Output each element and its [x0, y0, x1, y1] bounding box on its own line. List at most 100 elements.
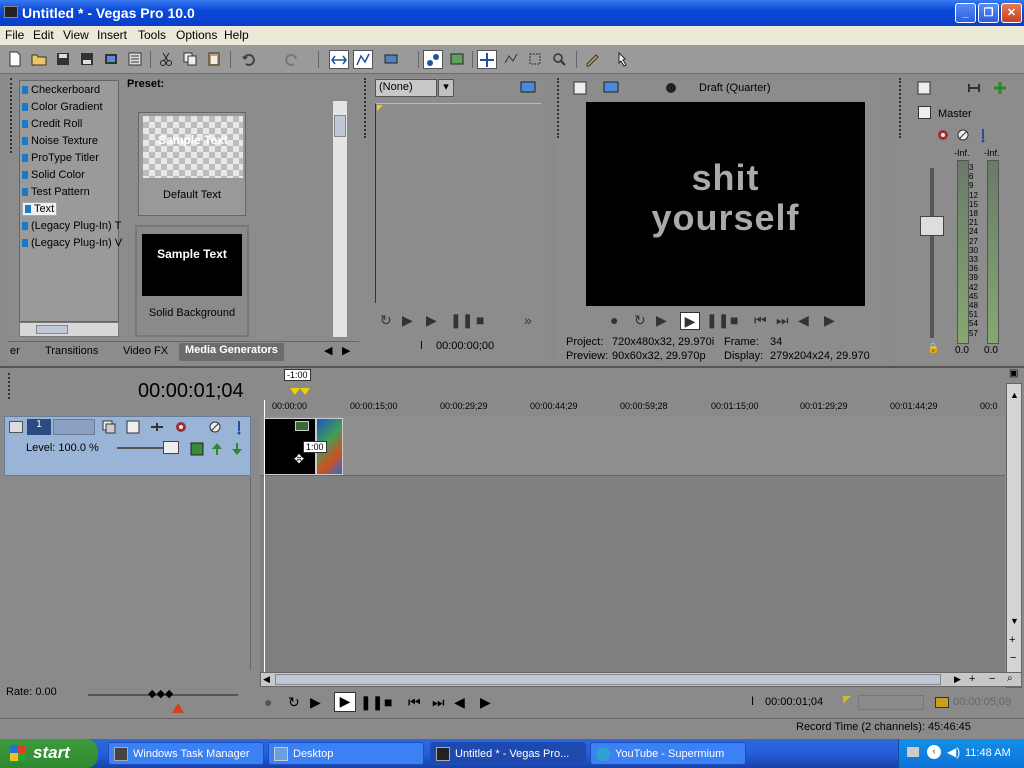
- menu-view[interactable]: View: [63, 28, 89, 42]
- parent-motion-icon[interactable]: [149, 419, 165, 435]
- tab-transitions[interactable]: Transitions: [45, 345, 98, 357]
- zoom-out-time-icon[interactable]: −: [989, 673, 995, 685]
- generator-item[interactable]: Checkerboard: [22, 84, 100, 96]
- selection-start-field[interactable]: [858, 695, 924, 710]
- save-as-icon[interactable]: [79, 51, 95, 67]
- stop-icon[interactable]: ■: [730, 312, 738, 328]
- stop-icon[interactable]: ■: [384, 694, 392, 710]
- minimize-button[interactable]: _: [955, 3, 976, 23]
- mute-icon[interactable]: [955, 127, 971, 143]
- downmix-icon[interactable]: [966, 80, 982, 96]
- loop-end-marker[interactable]: [300, 388, 310, 395]
- generator-list-scrollbar[interactable]: [19, 322, 119, 337]
- go-to-end-icon[interactable]: ⏭: [776, 312, 789, 329]
- tab-media-generators[interactable]: Media Generators: [179, 343, 284, 361]
- rate-slider[interactable]: ◆◆◆: [148, 687, 173, 700]
- scroll-left-icon[interactable]: ◀: [263, 674, 270, 685]
- pause-icon[interactable]: ❚❚: [450, 312, 473, 329]
- record-icon[interactable]: ●: [610, 312, 618, 328]
- whats-this-help-icon[interactable]: [616, 51, 632, 67]
- scroll-thumb[interactable]: [36, 325, 68, 334]
- panel-grip[interactable]: [557, 78, 560, 138]
- close-button[interactable]: ✕: [1001, 3, 1022, 23]
- redo-icon[interactable]: [284, 51, 300, 67]
- panel-grip[interactable]: [10, 78, 13, 153]
- video-track[interactable]: [260, 416, 1005, 476]
- record-icon[interactable]: ●: [264, 694, 272, 710]
- generator-item[interactable]: ProType Titler: [22, 152, 99, 164]
- chevron-right-icon[interactable]: ▶: [342, 344, 350, 357]
- preset-default-text[interactable]: Sample Text Default Text: [138, 112, 246, 216]
- timeline-vertical-scrollbar[interactable]: ▣ ▲ ▼ + −: [1006, 368, 1022, 688]
- more-icon[interactable]: »: [524, 312, 532, 328]
- track-list-menu-icon[interactable]: ▣: [1009, 368, 1018, 379]
- new-icon[interactable]: [7, 51, 23, 67]
- master-fx-icon[interactable]: [935, 127, 951, 143]
- volume-icon[interactable]: ◀): [947, 745, 960, 759]
- panel-grip[interactable]: [8, 373, 11, 399]
- go-to-start-icon[interactable]: ⏮: [754, 312, 767, 329]
- task-windows-task-manager[interactable]: Windows Task Manager: [108, 742, 264, 765]
- generator-item[interactable]: Solid Color: [22, 169, 85, 181]
- chevron-left-icon[interactable]: ◀: [324, 344, 332, 357]
- generator-item-selected[interactable]: Text: [22, 202, 58, 216]
- clock[interactable]: 11:48 AM: [965, 747, 1011, 759]
- scroll-thumb[interactable]: [275, 674, 941, 685]
- generator-item[interactable]: (Legacy Plug-In) V: [22, 237, 122, 249]
- maximize-button[interactable]: ❐: [978, 3, 999, 23]
- next-frame-icon[interactable]: ▶: [480, 694, 491, 711]
- selection-length-field[interactable]: 00:00:05;09: [953, 696, 1011, 708]
- edit-details-icon[interactable]: [584, 51, 600, 67]
- preview-quality-select[interactable]: Draft (Quarter): [699, 82, 771, 94]
- loop-start-marker[interactable]: [290, 388, 300, 395]
- generator-item[interactable]: (Legacy Plug-In) T: [22, 220, 121, 232]
- monitor-icon[interactable]: [520, 80, 536, 96]
- scroll-thumb[interactable]: [334, 115, 346, 137]
- preset-solid-background[interactable]: Sample Text Solid Background: [135, 225, 249, 337]
- generator-item[interactable]: Credit Roll: [22, 118, 82, 130]
- generator-item[interactable]: Noise Texture: [22, 135, 98, 147]
- zoom-tool-icon[interactable]: [551, 51, 567, 67]
- split-screen-icon[interactable]: [663, 80, 679, 96]
- open-icon[interactable]: [31, 51, 47, 67]
- play-from-start-icon[interactable]: ▶: [402, 312, 413, 329]
- generated-media-icon[interactable]: [189, 441, 205, 457]
- event-pan-icon[interactable]: [449, 51, 465, 67]
- preset-scrollbar[interactable]: [332, 100, 348, 338]
- cut-icon[interactable]: [158, 51, 174, 67]
- zoom-in-icon[interactable]: +: [1009, 634, 1015, 646]
- zoom-tool-icon[interactable]: ⌕: [1007, 673, 1013, 684]
- tab-video-fx[interactable]: Video FX: [123, 345, 168, 357]
- title-bar[interactable]: Untitled * - Vegas Pro 10.0 _ ❐ ✕: [0, 0, 1024, 26]
- zoom-out-icon[interactable]: −: [1010, 652, 1016, 664]
- solo-icon[interactable]: [231, 419, 247, 435]
- menu-edit[interactable]: Edit: [33, 28, 54, 42]
- panel-grip[interactable]: [364, 78, 367, 138]
- task-vegas-pro[interactable]: Untitled * - Vegas Pro...: [430, 742, 586, 765]
- event-fx-icon[interactable]: [295, 421, 309, 431]
- show-hidden-icons-icon[interactable]: ‹: [927, 745, 941, 759]
- generator-item[interactable]: Color Gradient: [22, 101, 103, 113]
- mixer-properties-icon[interactable]: [916, 80, 932, 96]
- track-fx-icon[interactable]: [173, 419, 189, 435]
- pause-icon[interactable]: ❚❚: [706, 312, 729, 329]
- envelope-tool-icon[interactable]: [503, 51, 519, 67]
- composite-mode-icon[interactable]: [101, 419, 117, 435]
- play-icon[interactable]: ▶: [426, 312, 437, 329]
- snap-icon[interactable]: [423, 50, 443, 69]
- start-button[interactable]: start: [0, 739, 98, 768]
- track-minimize-icon[interactable]: [9, 421, 23, 433]
- cursor-position-field[interactable]: 00:00:01;04: [765, 696, 830, 711]
- panel-grip[interactable]: [899, 78, 902, 138]
- play-from-start-icon[interactable]: ▶: [310, 694, 321, 711]
- loop-icon[interactable]: ↻: [634, 312, 646, 329]
- scroll-up-icon[interactable]: ▲: [1010, 390, 1019, 400]
- loop-icon[interactable]: ↻: [288, 694, 300, 711]
- next-frame-icon[interactable]: ▶: [824, 312, 835, 329]
- undo-icon[interactable]: [240, 51, 256, 67]
- menu-tools[interactable]: Tools: [138, 28, 166, 42]
- zoom-in-time-icon[interactable]: +: [969, 673, 975, 685]
- project-video-properties-icon[interactable]: [572, 80, 588, 96]
- go-to-start-icon[interactable]: ⏮: [408, 694, 421, 711]
- menu-options[interactable]: Options: [176, 28, 217, 42]
